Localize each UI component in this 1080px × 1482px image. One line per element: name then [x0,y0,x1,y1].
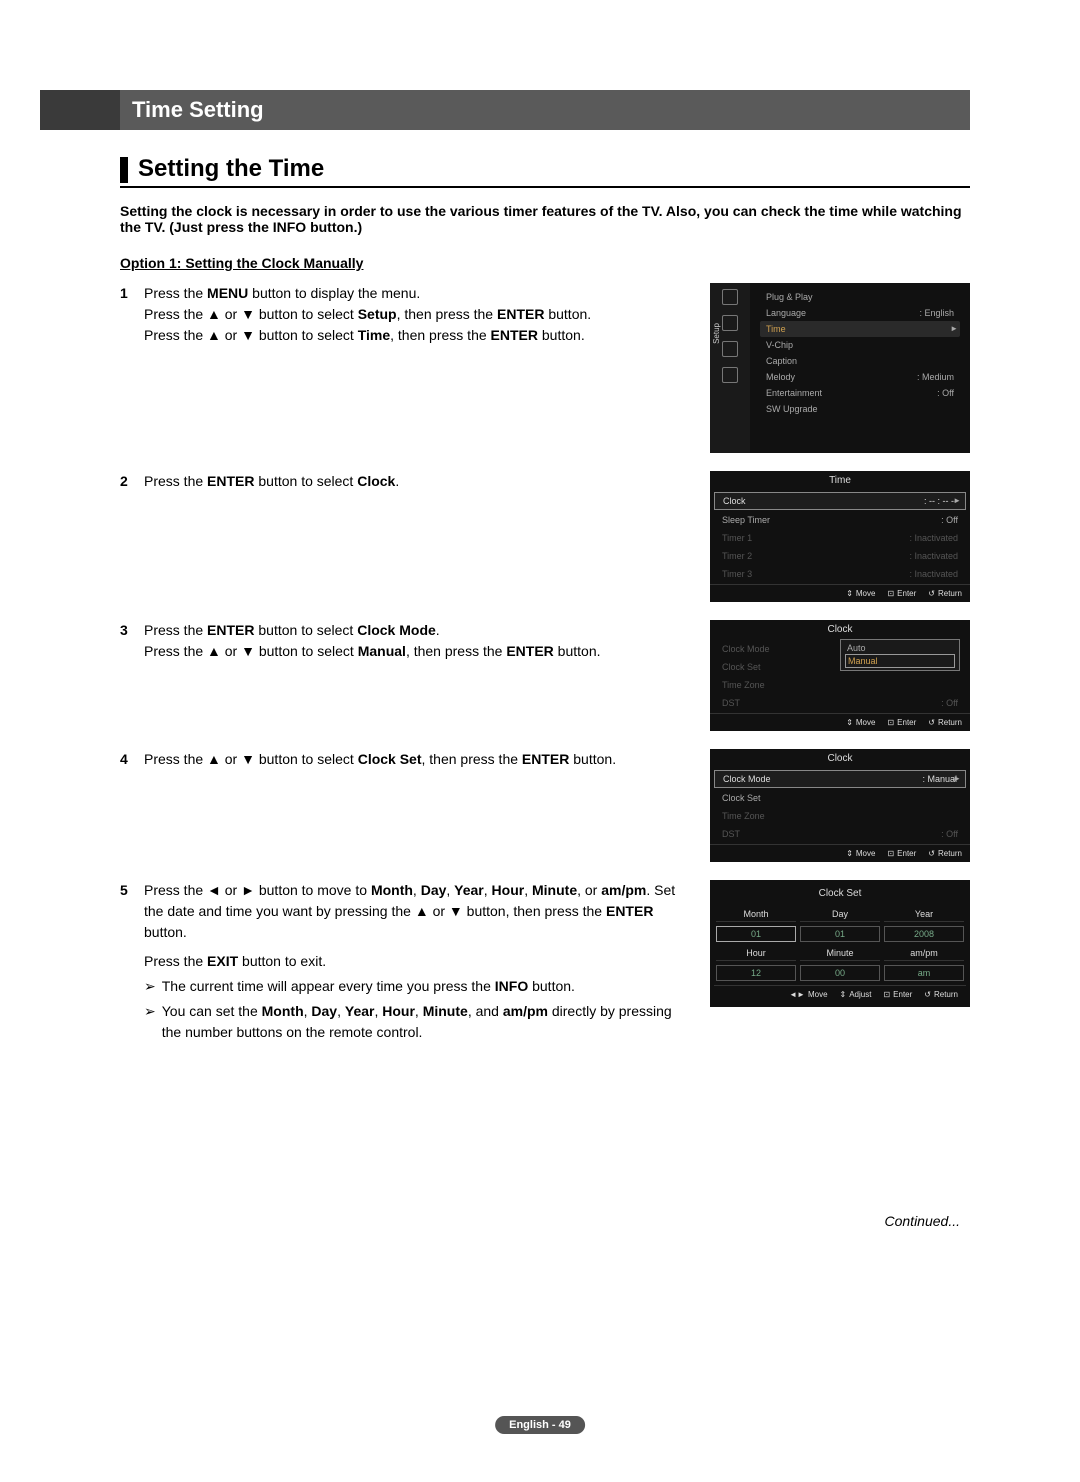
osd-screenshot-clock-popup: Clock Auto Manual Clock ModeClock SetTim… [710,620,970,731]
clockset-col: Day [800,907,880,922]
clockset-val: 01 [800,926,880,942]
section-header: Time Setting [40,90,970,130]
osd-row: SW Upgrade [760,401,960,417]
osd-screenshot-clock-mode: Clock Clock Mode: Manual Clock Set Time Zo… [710,749,970,862]
clockset-val: 12 [716,965,796,981]
osd-item: Timer 2: Inactivated [714,548,966,564]
page-number: English - 49 [495,1416,585,1434]
clockset-col: Hour [716,946,796,961]
osd-item: Time Zone [714,808,966,824]
gear-icon [722,315,738,331]
page-title: Setting the Time [138,155,324,183]
step-number: 1 [120,283,134,346]
input-icon [722,341,738,357]
osd-row: V-Chip [760,337,960,353]
title-bar [120,157,128,183]
step-number: 3 [120,620,134,662]
note-text: The current time will appear every time … [162,976,575,997]
step-text: Press the ENTER button to select Clock M… [144,620,690,662]
osd-side-label: Setup [712,323,721,344]
note-marker-icon: ➢ [144,976,156,997]
osd-item: Clock: -- : -- -- [714,492,966,510]
step-extra: Press the EXIT button to exit. [144,951,690,972]
note-marker-icon: ➢ [144,1001,156,1043]
osd-item: DST: Off [714,826,966,842]
osd-screenshot-time: Time Clock: -- : -- -- Sleep Timer: Off Ti… [710,471,970,602]
clockset-val: 01 [716,926,796,942]
osd-item: Time Zone [714,677,966,693]
step-text: Press the ENTER button to select Clock. [144,471,690,492]
osd-screenshot-setup: Setup Plug & PlayLanguage: EnglishTimeV-… [710,283,970,453]
osd-title: Clock [710,620,970,639]
osd-item: Sleep Timer: Off [714,512,966,528]
osd-popup: Auto Manual [840,639,960,671]
osd-row: Time [760,321,960,337]
clockset-col: Month [716,907,796,922]
option-title: Option 1: Setting the Clock Manually [120,255,970,271]
clockset-val: 00 [800,965,880,981]
clockset-col: am/pm [884,946,964,961]
osd-title: Clock [710,749,970,768]
pip-icon [722,367,738,383]
osd-row: Melody: Medium [760,369,960,385]
osd-item: DST: Off [714,695,966,711]
clockset-col: Year [884,907,964,922]
intro-text: Setting the clock is necessary in order … [120,203,970,235]
osd-title: Time [710,471,970,490]
osd-title: Clock Set [714,884,966,903]
step-text: Press the ◄ or ► button to move to Month… [144,880,690,1043]
popup-option: Auto [845,642,955,654]
osd-row: Caption [760,353,960,369]
note-text: You can set the Month, Day, Year, Hour, … [162,1001,690,1043]
osd-item: Clock Set [714,790,966,806]
osd-row: Plug & Play [760,289,960,305]
continued-label: Continued... [120,1213,960,1229]
tool-icon [722,289,738,305]
osd-item: Timer 3: Inactivated [714,566,966,582]
step-text: Press the MENU button to display the men… [144,283,690,346]
osd-row: Language: English [760,305,960,321]
popup-option: Manual [845,654,955,668]
osd-item: Timer 1: Inactivated [714,530,966,546]
osd-row: Entertainment: Off [760,385,960,401]
step-number: 2 [120,471,134,492]
osd-item: Clock Mode: Manual [714,770,966,788]
osd-screenshot-clockset: Clock Set Month Day Year 01 01 2008 Hour… [710,880,970,1007]
clockset-val: am [884,965,964,981]
step-text: Press the ▲ or ▼ button to select Clock … [144,749,690,770]
step-number: 4 [120,749,134,770]
section-header-text: Time Setting [132,97,264,123]
clockset-val: 2008 [884,926,964,942]
clockset-col: Minute [800,946,880,961]
step-number: 5 [120,880,134,1043]
